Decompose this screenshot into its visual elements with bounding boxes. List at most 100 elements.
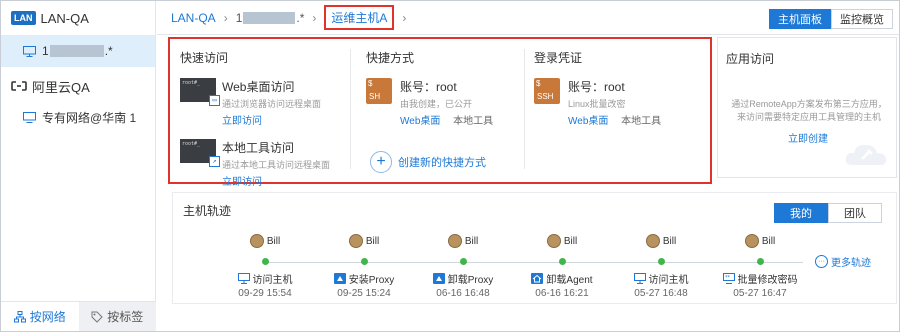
avatar xyxy=(348,234,363,248)
timeline-event[interactable]: Bill 卸载Agent 06-16 16:21 xyxy=(522,233,602,299)
trajectory-tabs: 我的 团队 xyxy=(774,203,882,223)
quick-access-item-desc: 通过本地工具访问远程桌面 xyxy=(222,160,331,170)
local-tool-icon: root#_ ↗ xyxy=(180,139,220,167)
shortcut-desc: 由我创建，已公开 xyxy=(400,99,473,109)
access-now-link[interactable]: 立即访问 xyxy=(222,112,321,127)
event-action: 访问主机 xyxy=(648,274,689,286)
quick-access-section: 快速访问 root#_ ▭ Web桌面访问 通过浏览器访问远程桌面 立即访问 ro… xyxy=(180,49,348,188)
timeline-event[interactable]: Bill 访问主机 05-27 16:48 xyxy=(621,233,701,299)
timeline-event[interactable]: Bill 安装Proxy 09-25 15:24 xyxy=(324,233,404,299)
password-icon: ** xyxy=(722,272,735,284)
shortcut-local-tool-link[interactable]: 本地工具 xyxy=(453,116,493,127)
host-suffix: .* xyxy=(104,44,113,58)
sidebar-item-cloud[interactable]: 阿里云QA xyxy=(1,71,155,101)
ssh-shortcut-icon: $ SH xyxy=(366,78,392,104)
event-time: 06-16 16:21 xyxy=(535,288,589,299)
breadcrumb-root[interactable]: LAN-QA xyxy=(171,11,216,25)
breadcrumb-middle-prefix[interactable]: 1 xyxy=(236,11,243,25)
more-trajectory-label: 更多轨迹 xyxy=(831,258,871,269)
tab-team[interactable]: 团队 xyxy=(828,203,882,223)
timeline-dot xyxy=(360,258,368,265)
timeline-dot xyxy=(558,258,566,265)
create-shortcut-button[interactable]: + 创建新的快捷方式 xyxy=(366,151,516,173)
timeline-event[interactable]: Bill 卸载Proxy 06-16 16:48 xyxy=(423,233,503,299)
event-action: 访问主机 xyxy=(252,274,293,286)
avatar xyxy=(744,234,759,248)
app-access-title: 应用访问 xyxy=(726,52,775,66)
credential-desc: Linux批量改密 xyxy=(568,99,626,109)
event-user: Bill xyxy=(266,235,281,247)
tab-by-tag-label: 按标签 xyxy=(107,310,144,324)
top-bar: LAN-QA › 1 .* › 运维主机A › 主机面板 监控概览 xyxy=(157,1,899,35)
avatar xyxy=(447,234,462,248)
redacted-address xyxy=(49,45,104,57)
tab-by-network[interactable]: 按网络 xyxy=(1,302,79,331)
tab-by-tag[interactable]: 按标签 xyxy=(78,302,156,331)
host-prefix: 1 xyxy=(42,44,49,58)
agent-icon xyxy=(531,272,544,284)
quick-access-item-desc: 通过浏览器访问远程桌面 xyxy=(222,99,322,109)
event-action: 卸载Proxy xyxy=(447,274,494,286)
divider xyxy=(524,49,525,169)
view-toggle: 主机面板 监控概览 xyxy=(769,9,893,29)
quick-access-title: 快速访问 xyxy=(180,51,229,65)
access-now-link[interactable]: 立即访问 xyxy=(222,173,330,188)
avatar xyxy=(249,234,264,248)
credential-account: 账号：root xyxy=(568,80,625,94)
event-time: 09-29 15:54 xyxy=(238,288,292,299)
timeline-dot xyxy=(756,258,764,265)
chevron-right-icon: › xyxy=(223,10,228,25)
sidebar-tabs: 按网络 按标签 xyxy=(1,301,156,331)
avatar xyxy=(546,234,561,248)
credential-local-tool-link[interactable]: 本地工具 xyxy=(621,116,661,127)
redacted-address xyxy=(243,11,296,24)
web-desktop-icon: root#_ ▭ xyxy=(180,78,220,106)
vpc-icon xyxy=(23,111,36,123)
shortcut-account: 账号：root xyxy=(400,80,457,94)
divider xyxy=(350,49,351,169)
event-time: 06-16 16:48 xyxy=(436,288,490,299)
credential-web-desktop-link[interactable]: Web桌面 xyxy=(568,116,608,127)
shortcut-item: $ SH 账号：root 由我创建，已公开 Web桌面 本地工具 xyxy=(366,78,516,127)
timeline-event[interactable]: Bill 访问主机 09-29 15:54 xyxy=(225,233,305,299)
app-access-desc: 通过RemoteApp方案发布第三方应用，来访问需要特定应用工具管理的主机 xyxy=(731,99,887,122)
event-user: Bill xyxy=(464,235,479,247)
tab-mine[interactable]: 我的 xyxy=(774,203,828,223)
tag-icon xyxy=(91,311,103,323)
aliyun-icon xyxy=(11,81,27,91)
network-icon xyxy=(13,310,26,322)
monitor-icon xyxy=(633,272,646,284)
sidebar-header[interactable]: LAN LAN-QA xyxy=(1,1,155,35)
credentials-section: 登录凭证 $ SSH 账号：root Linux批量改密 Web桌面 本地工具 xyxy=(534,49,694,127)
sidebar-item-network[interactable]: 专有网络@华南 1 xyxy=(1,101,155,133)
breadcrumb-current: 运维主机A xyxy=(324,5,395,30)
host-dashboard-button[interactable]: 主机面板 xyxy=(769,9,831,29)
more-trajectory-link[interactable]: ··· 更多轨迹 xyxy=(815,254,871,269)
monitor-overview-button[interactable]: 监控概览 xyxy=(831,9,893,29)
app-access-card: 应用访问 通过RemoteApp方案发布第三方应用，来访问需要特定应用工具管理的… xyxy=(717,37,897,178)
credentials-title: 登录凭证 xyxy=(534,51,583,65)
shortcuts-section: 快捷方式 $ SH 账号：root 由我创建，已公开 Web桌面 本地工具 + 创… xyxy=(366,49,516,173)
event-user: Bill xyxy=(563,235,578,247)
cloud-tools-icon xyxy=(845,144,886,165)
timeline-event[interactable]: Bill ** 批量修改密码 05-27 16:47 xyxy=(720,233,800,299)
access-cards: 快速访问 root#_ ▭ Web桌面访问 通过浏览器访问远程桌面 立即访问 ro… xyxy=(168,37,712,188)
shortcuts-title: 快捷方式 xyxy=(366,51,415,65)
timeline-dot xyxy=(459,258,467,265)
credential-item: $ SSH 账号：root Linux批量改密 Web桌面 本地工具 xyxy=(534,78,694,127)
trajectory-title: 主机轨迹 xyxy=(183,204,232,218)
event-action: 安装Proxy xyxy=(348,274,395,286)
quick-access-item: root#_ ↗ 本地工具访问 通过本地工具访问远程桌面 立即访问 xyxy=(180,139,348,188)
proxy-icon xyxy=(333,272,346,284)
sidebar-header-title: LAN-QA xyxy=(40,10,89,26)
quick-access-item-title: Web桌面访问 xyxy=(222,80,295,94)
sidebar-item-host[interactable]: 1 .* xyxy=(1,35,155,67)
avatar xyxy=(645,234,660,248)
create-shortcut-label: 创建新的快捷方式 xyxy=(398,157,486,169)
proxy-icon xyxy=(432,272,445,284)
event-user: Bill xyxy=(662,235,677,247)
shortcut-web-desktop-link[interactable]: Web桌面 xyxy=(400,116,440,127)
event-user: Bill xyxy=(365,235,380,247)
quick-access-item: root#_ ▭ Web桌面访问 通过浏览器访问远程桌面 立即访问 xyxy=(180,78,348,127)
event-action: 批量修改密码 xyxy=(737,274,798,286)
